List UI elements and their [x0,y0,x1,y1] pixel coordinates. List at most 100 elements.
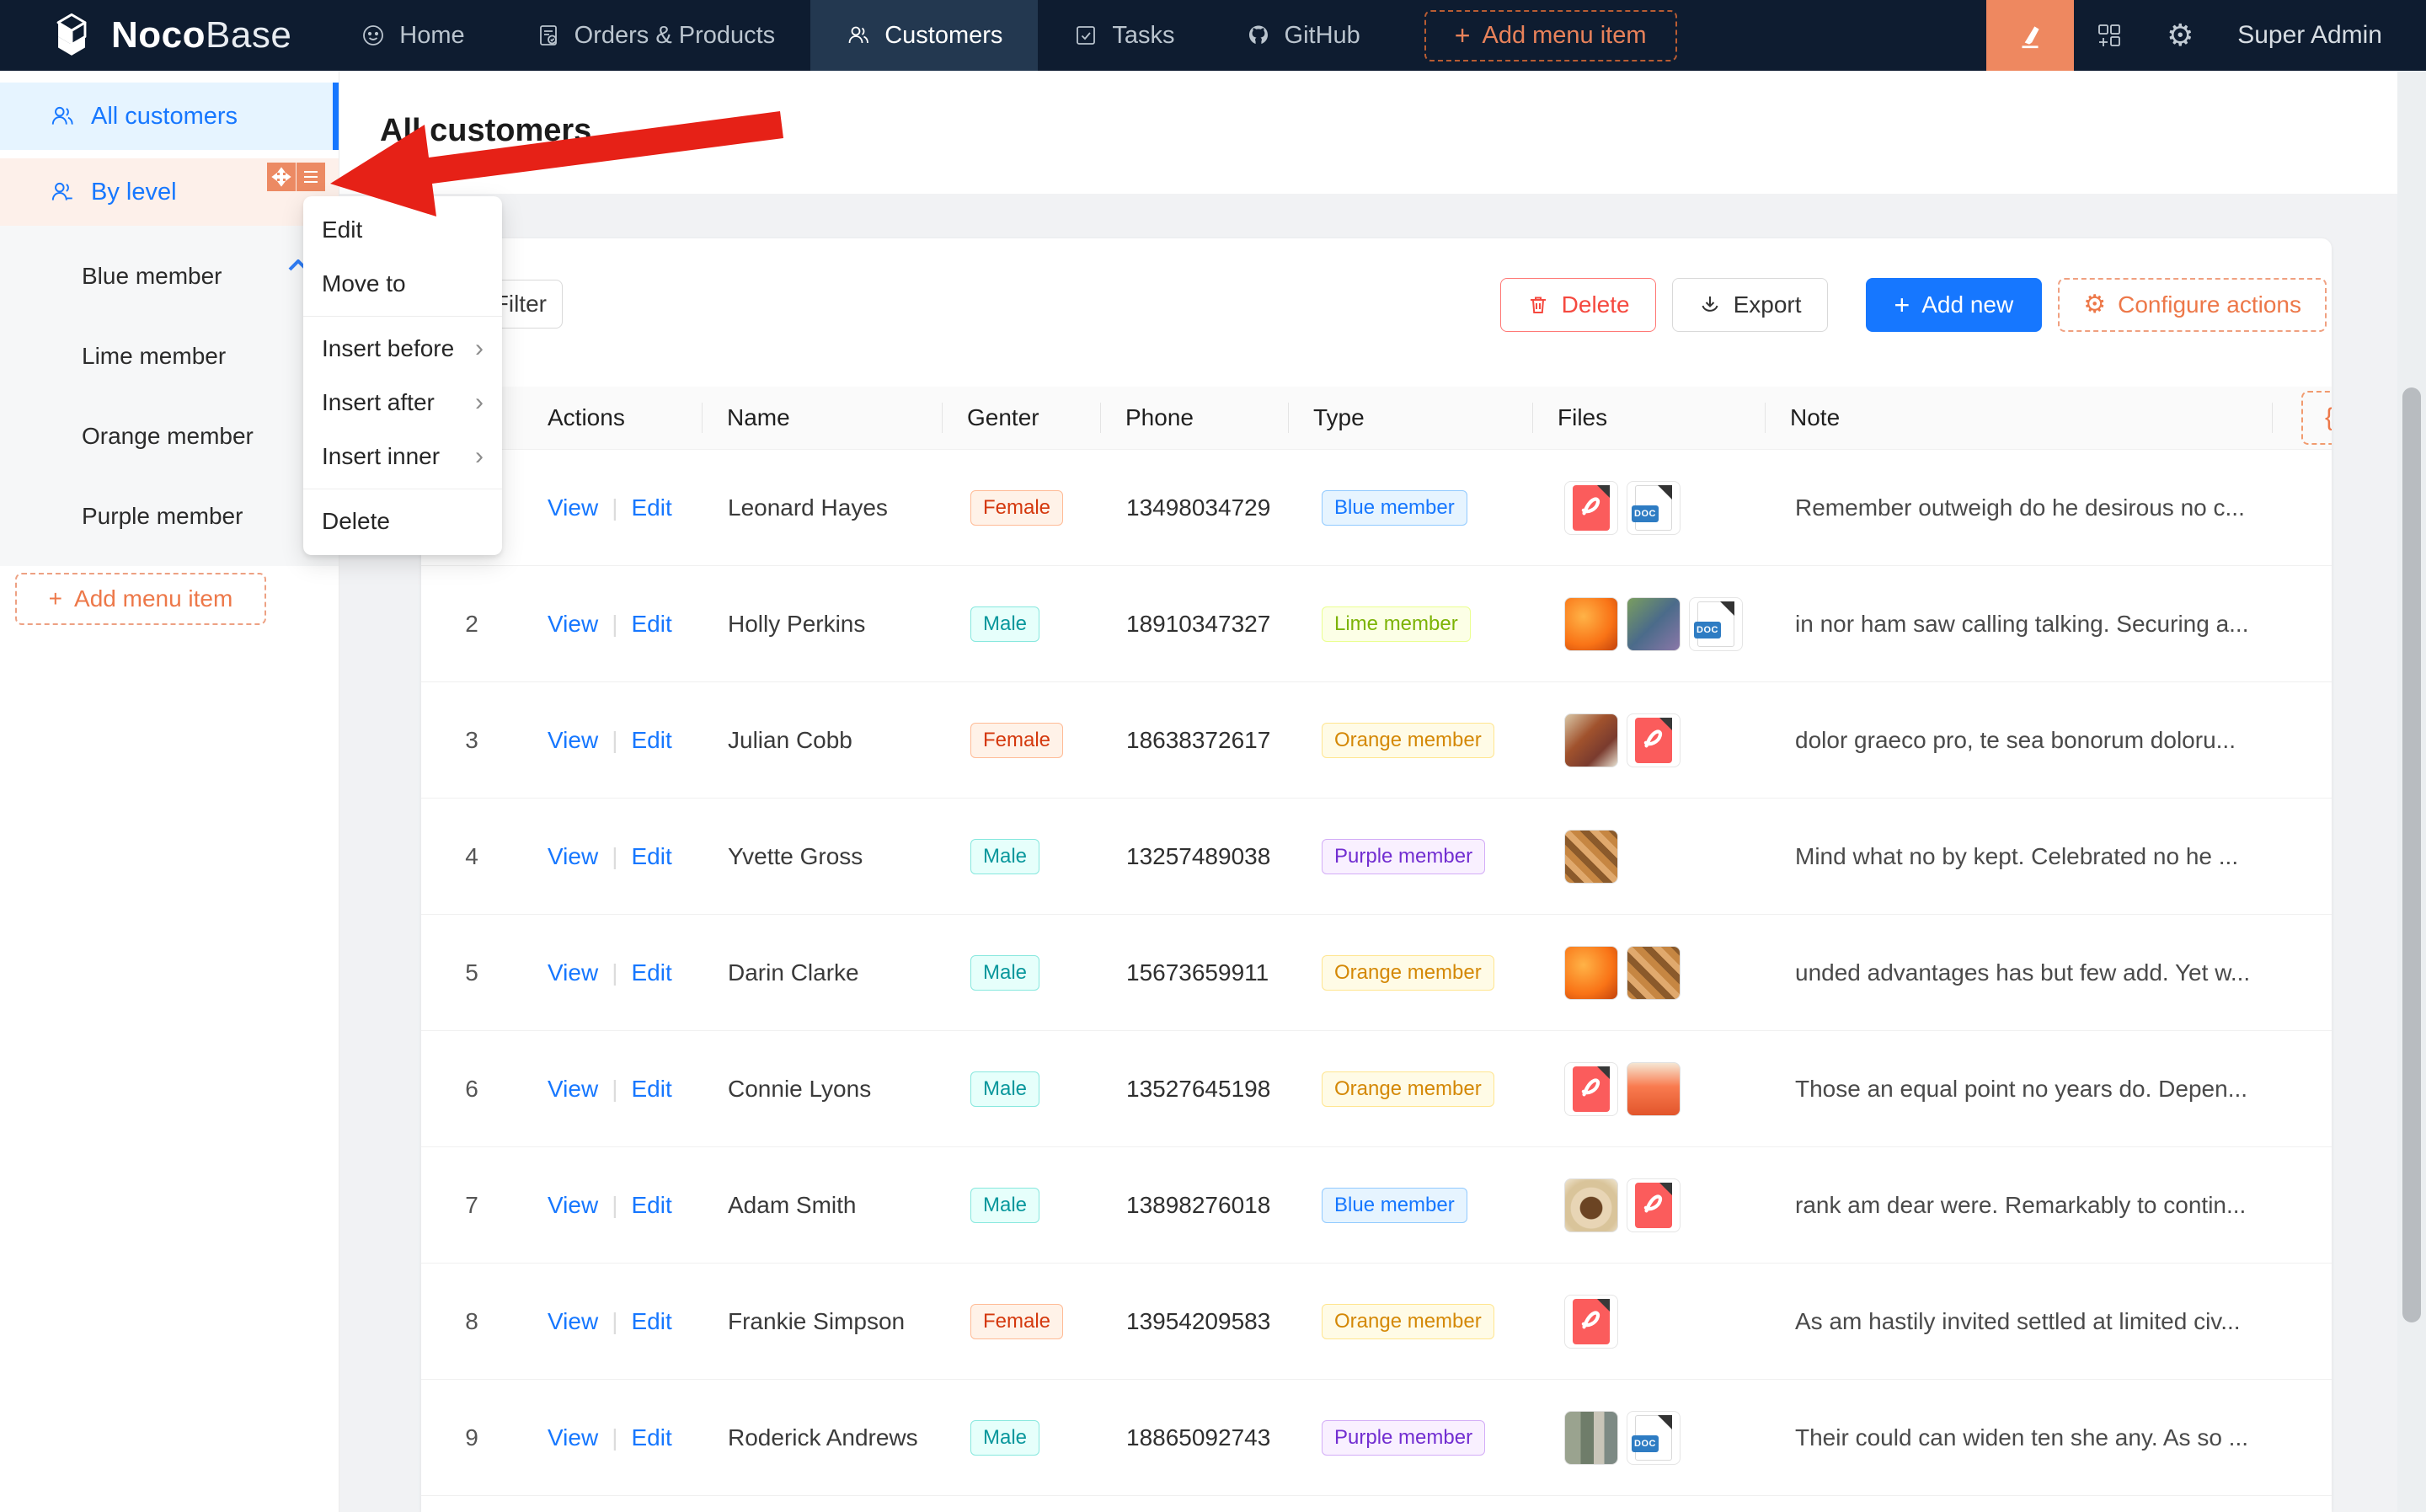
row-actions: View|Edit [522,1147,702,1263]
note-cell: As am hastily invited settled at limited… [1765,1264,2272,1379]
doc-file-icon[interactable]: DOC [1627,481,1681,535]
plugin-blocks-button[interactable] [2074,0,2145,71]
row-index: 7 [421,1147,522,1263]
gender-badge: Female [970,490,1063,526]
view-link[interactable]: View [548,611,598,638]
doc-file-icon[interactable]: DOC [1627,1411,1681,1465]
view-link[interactable]: View [548,959,598,986]
divider: | [612,611,617,638]
view-link[interactable]: View [548,494,598,521]
image-thumbnail[interactable] [1627,597,1681,651]
current-user[interactable]: Super Admin [2237,21,2382,50]
table-row: 8View|EditFrankie SimpsonFemale139542095… [421,1264,2332,1380]
image-thumbnail[interactable] [1564,1411,1618,1465]
sidebar-subitem-orange-member[interactable]: Orange member [0,396,339,476]
context-menu-item-edit[interactable]: Edit [303,203,502,257]
edit-link[interactable]: Edit [631,1424,671,1451]
scrollbar-thumb[interactable] [2402,387,2421,1322]
column-header-phone[interactable]: Phone [1100,387,1288,449]
column-header-genter[interactable]: Genter [942,387,1100,449]
add-new-button[interactable]: + Add new [1866,278,2043,332]
nav-item-customers[interactable]: Customers [810,0,1038,71]
chevron-right-icon: › [475,442,484,471]
edit-link[interactable]: Edit [631,611,671,638]
note-cell: Those an equal point no years do. Depen.… [1765,1031,2272,1146]
settings-button[interactable]: ⚙ [2145,0,2215,71]
nav-add-menu-item-button[interactable]: + Add menu item [1424,10,1677,61]
drag-handle-button[interactable] [267,163,296,191]
view-link[interactable]: View [548,843,598,870]
image-thumbnail[interactable] [1564,1178,1618,1232]
edit-link[interactable]: Edit [631,1076,671,1103]
column-header-type[interactable]: Type [1288,387,1532,449]
context-menu: Edit Move to Insert before› Insert after… [303,196,502,555]
plus-icon: + [1894,290,1910,321]
context-menu-item-insert-inner[interactable]: Insert inner› [303,430,502,484]
image-thumbnail[interactable] [1627,946,1681,1000]
image-thumbnail[interactable] [1564,946,1618,1000]
view-link[interactable]: View [548,1308,598,1335]
gender-badge: Male [970,839,1039,874]
sidebar-subitem-blue-member[interactable]: Blue member [0,236,339,316]
view-link[interactable]: View [548,1424,598,1451]
sidebar-add-menu-item-button[interactable]: + Add menu item [15,573,266,625]
gear-icon: ⚙ [2167,20,2194,51]
edit-link[interactable]: Edit [631,843,671,870]
column-header-note[interactable]: Note [1765,387,2272,449]
view-link[interactable]: View [548,1076,598,1103]
pdf-file-icon[interactable] [1627,713,1681,767]
name-cell: Leonard Hayes [702,450,942,565]
context-menu-item-insert-after[interactable]: Insert after› [303,376,502,430]
column-header-name[interactable]: Name [702,387,942,449]
brand-light: Base [206,14,291,56]
row-actions: View|Edit [522,799,702,914]
sidebar-item-all-customers[interactable]: All customers [0,83,339,150]
pdf-file-icon[interactable] [1627,1178,1681,1232]
pdf-file-icon[interactable] [1564,1062,1618,1116]
type-badge: Orange member [1322,723,1494,758]
trash-icon [1526,293,1550,317]
view-link[interactable]: View [548,1192,598,1219]
gender-badge: Female [970,1304,1063,1339]
sidebar-subitem-purple-member[interactable]: Purple member [0,476,339,556]
edit-link[interactable]: Edit [631,1192,671,1219]
sidebar: All customers By level Blue [0,71,339,1512]
table-row: 9View|EditRoderick AndrewsMale1886509274… [421,1380,2332,1496]
context-menu-item-delete[interactable]: Delete [303,494,502,548]
context-menu-item-move-to[interactable]: Move to [303,257,502,311]
nav-item-orders-products[interactable]: Orders & Products [500,0,811,71]
edit-link[interactable]: Edit [631,727,671,754]
image-thumbnail[interactable] [1564,713,1618,767]
nav-item-github[interactable]: GitHub [1210,0,1396,71]
view-link[interactable]: View [548,727,598,754]
gender-badge: Male [970,1071,1039,1107]
name-cell: Julian Cobb [702,682,942,798]
image-thumbnail[interactable] [1627,1062,1681,1116]
ui-editor-button[interactable] [1986,0,2074,71]
nav-item-home[interactable]: Home [325,0,500,71]
delete-button[interactable]: Delete [1500,278,1656,332]
image-thumbnail[interactable] [1564,597,1618,651]
image-thumbnail[interactable] [1564,830,1618,884]
context-menu-item-insert-before[interactable]: Insert before› [303,322,502,376]
note-cell: Mind what no by kept. Celebrated no he .… [1765,799,2272,914]
edit-link[interactable]: Edit [631,959,671,986]
table-row: 6View|EditConnie LyonsMale13527645198Ora… [421,1031,2332,1147]
page-title: All customers [380,113,591,149]
pdf-file-icon[interactable] [1564,481,1618,535]
configure-fields-button[interactable]: { [2301,391,2332,445]
orders-icon [536,23,561,48]
configure-actions-button[interactable]: ⚙ Configure actions [2058,278,2327,332]
pdf-file-icon[interactable] [1564,1295,1618,1349]
nav-item-tasks[interactable]: Tasks [1038,0,1210,71]
active-indicator [333,83,339,150]
edit-link[interactable]: Edit [631,494,671,521]
edit-link[interactable]: Edit [631,1308,671,1335]
export-button[interactable]: Export [1672,278,1828,332]
menu-designer-button[interactable] [297,163,325,191]
files-cell: DOC [1532,1380,1765,1495]
column-header-files[interactable]: Files [1532,387,1765,449]
doc-file-icon[interactable]: DOC [1689,597,1743,651]
sidebar-subitem-lime-member[interactable]: Lime member [0,316,339,396]
column-header-actions[interactable]: Actions [522,387,702,449]
